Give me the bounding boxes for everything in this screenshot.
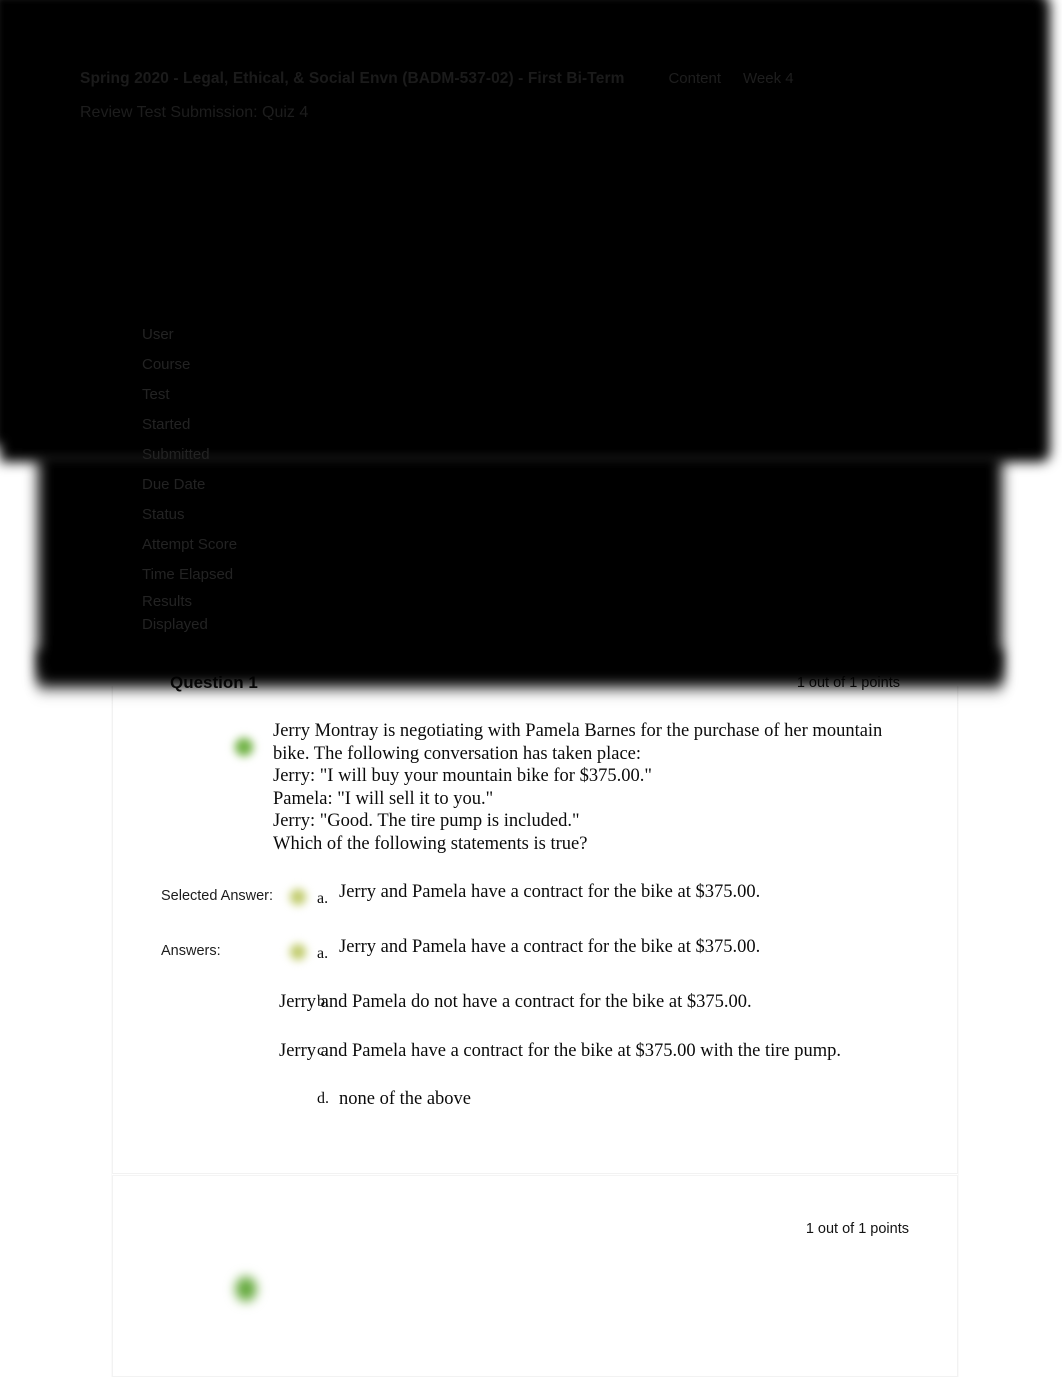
page-root: Question 1 1 out of 1 points Jerry Montr… bbox=[0, 0, 1062, 1377]
question-2-points: 1 out of 1 points bbox=[805, 1221, 909, 1237]
question-1-answers: Selected Answer: a. Jerry and Pamela hav… bbox=[161, 879, 909, 1111]
correct-answer-icon bbox=[288, 887, 308, 907]
selected-answer-row: Selected Answer: a. Jerry and Pamela hav… bbox=[161, 879, 909, 908]
answers-label: Answers: bbox=[161, 943, 221, 959]
option-a-letter: a. bbox=[317, 945, 329, 962]
correct-answer-icon bbox=[233, 1274, 259, 1304]
redaction-overlay-top-fill bbox=[0, 0, 1048, 445]
correct-answer-icon bbox=[233, 736, 255, 758]
option-c-text-wrap: Jerry and Pamela have a contract for the… bbox=[279, 1040, 909, 1063]
question-1-card: Jerry Montray is negotiating with Pamela… bbox=[112, 686, 958, 1174]
option-d-text-wrap: none of the above bbox=[339, 1088, 909, 1111]
option-b-text-wrap: Jerry and Pamela do not have a contract … bbox=[279, 991, 909, 1014]
selected-answer-label: Selected Answer: bbox=[161, 888, 274, 904]
question-2-body: 1 out of 1 points bbox=[113, 1176, 957, 1304]
option-a-marker-cell bbox=[279, 934, 317, 962]
selected-answer-letter: a. bbox=[317, 890, 329, 907]
question-2-card: 1 out of 1 points bbox=[112, 1175, 958, 1377]
option-c-row: c. Jerry and Pamela have a contract for … bbox=[279, 1040, 909, 1063]
answers-row: Answers: a. Jerry and Pamela have a cont… bbox=[161, 934, 909, 963]
option-b-text: Jerry and Pamela do not have a contract … bbox=[279, 992, 752, 1012]
option-b-row: b. Jerry and Pamela do not have a contra… bbox=[279, 991, 909, 1014]
option-d-text: none of the above bbox=[339, 1089, 472, 1109]
selected-answer-text: Jerry and Pamela have a contract for the… bbox=[339, 882, 761, 902]
selected-answer-marker-cell bbox=[279, 879, 317, 907]
option-a-text: Jerry and Pamela have a contract for the… bbox=[339, 937, 761, 957]
redaction-overlay-top bbox=[0, 0, 1050, 462]
redaction-overlay-fade bbox=[38, 650, 1002, 698]
option-d-letter: d. bbox=[317, 1090, 329, 1107]
correct-answer-icon bbox=[288, 942, 308, 962]
option-d-row: d. none of the above bbox=[279, 1088, 909, 1111]
question-1-text: Jerry Montray is negotiating with Pamela… bbox=[273, 721, 883, 854]
card-right-edge bbox=[958, 686, 959, 1377]
question-1-body: Jerry Montray is negotiating with Pamela… bbox=[113, 686, 957, 1111]
option-c-text: Jerry and Pamela have a contract for the… bbox=[279, 1040, 842, 1061]
